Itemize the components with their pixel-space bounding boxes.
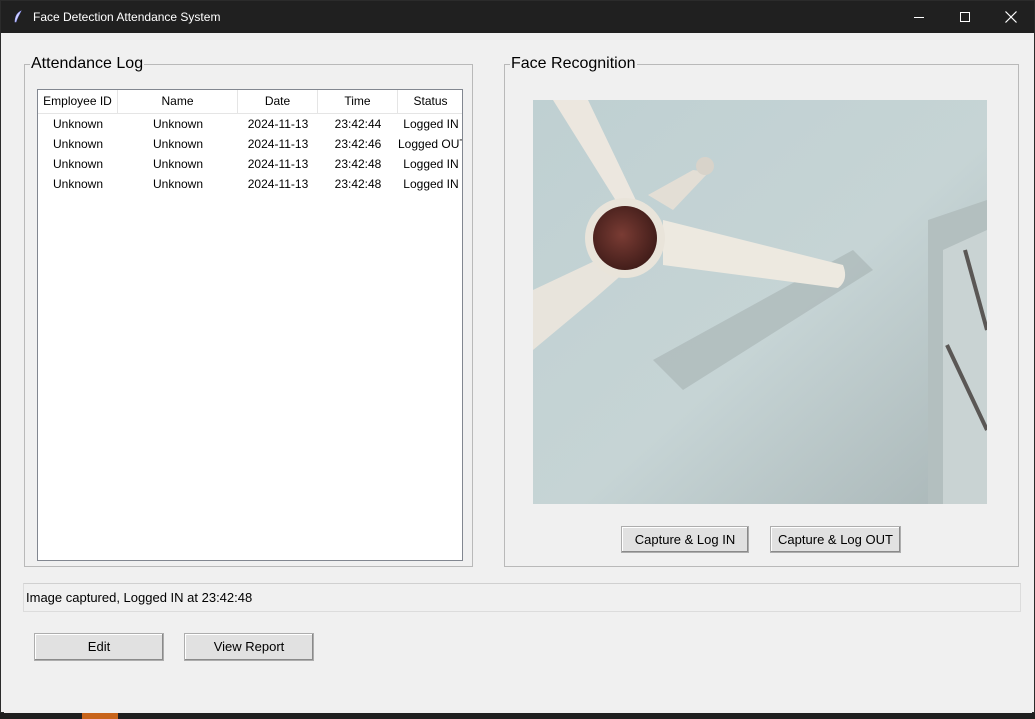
camera-frame-image bbox=[533, 100, 987, 504]
table-header: Employee ID Name Date Time Status bbox=[38, 90, 462, 114]
attendance-table[interactable]: Employee ID Name Date Time Status Unknow… bbox=[37, 89, 463, 561]
capture-log-out-button[interactable]: Capture & Log OUT bbox=[770, 526, 901, 553]
cell-employee-id: Unknown bbox=[52, 137, 104, 151]
cell-time: 23:42:48 bbox=[334, 177, 382, 191]
cell-date: 2024-11-13 bbox=[247, 137, 309, 151]
cell-name: Unknown bbox=[152, 157, 204, 171]
cell-name: Unknown bbox=[152, 177, 204, 191]
table-row[interactable]: Unknown Unknown 2024-11-13 23:42:48 Logg… bbox=[38, 154, 462, 174]
title-bar[interactable]: Face Detection Attendance System bbox=[1, 1, 1034, 33]
table-row[interactable]: Unknown Unknown 2024-11-13 23:42:46 Logg… bbox=[38, 134, 462, 154]
taskbar-edge bbox=[0, 713, 1035, 719]
column-header-employee-id[interactable]: Employee ID bbox=[38, 90, 118, 113]
cell-status: Logged IN bbox=[403, 157, 459, 171]
attendance-log-legend: Attendance Log bbox=[31, 55, 144, 72]
cell-date: 2024-11-13 bbox=[247, 157, 309, 171]
taskbar-app-indicator bbox=[82, 713, 118, 719]
column-header-time[interactable]: Time bbox=[318, 90, 398, 113]
column-header-status[interactable]: Status bbox=[398, 90, 462, 113]
status-message: Image captured, Logged IN at 23:42:48 bbox=[23, 583, 1021, 612]
minimize-icon bbox=[914, 17, 924, 18]
capture-log-in-button[interactable]: Capture & Log IN bbox=[621, 526, 749, 553]
minimize-button[interactable] bbox=[896, 1, 942, 33]
cell-time: 23:42:48 bbox=[334, 157, 382, 171]
cell-employee-id: Unknown bbox=[52, 177, 104, 191]
cell-date: 2024-11-13 bbox=[247, 117, 309, 131]
column-header-date[interactable]: Date bbox=[238, 90, 318, 113]
column-header-name[interactable]: Name bbox=[118, 90, 238, 113]
camera-preview bbox=[533, 100, 987, 504]
close-icon bbox=[1005, 11, 1017, 23]
window-title: Face Detection Attendance System bbox=[33, 10, 221, 24]
cell-employee-id: Unknown bbox=[52, 157, 104, 171]
maximize-icon bbox=[960, 12, 970, 22]
cell-status: Logged OUT bbox=[398, 137, 463, 151]
cell-name: Unknown bbox=[152, 117, 204, 131]
close-button[interactable] bbox=[988, 1, 1034, 33]
table-row[interactable]: Unknown Unknown 2024-11-13 23:42:44 Logg… bbox=[38, 114, 462, 134]
feather-icon bbox=[14, 10, 22, 23]
attendance-log-group: Attendance Log Employee ID Name Date Tim… bbox=[24, 56, 473, 567]
cell-time: 23:42:44 bbox=[334, 117, 382, 131]
cell-employee-id: Unknown bbox=[52, 117, 104, 131]
maximize-button[interactable] bbox=[942, 1, 988, 33]
cell-time: 23:42:46 bbox=[334, 137, 382, 151]
client-area: Attendance Log Employee ID Name Date Tim… bbox=[4, 33, 1032, 713]
face-recognition-group: Face Recognition Capture & Log IN Captur… bbox=[504, 56, 1019, 567]
cell-name: Unknown bbox=[152, 137, 204, 151]
cell-status: Logged IN bbox=[403, 117, 459, 131]
face-recognition-legend: Face Recognition bbox=[511, 55, 636, 72]
cell-status: Logged IN bbox=[403, 177, 459, 191]
cell-date: 2024-11-13 bbox=[247, 177, 309, 191]
table-row[interactable]: Unknown Unknown 2024-11-13 23:42:48 Logg… bbox=[38, 174, 462, 194]
app-window: Face Detection Attendance System Attenda… bbox=[0, 0, 1035, 713]
view-report-button[interactable]: View Report bbox=[184, 633, 314, 661]
edit-button[interactable]: Edit bbox=[34, 633, 164, 661]
